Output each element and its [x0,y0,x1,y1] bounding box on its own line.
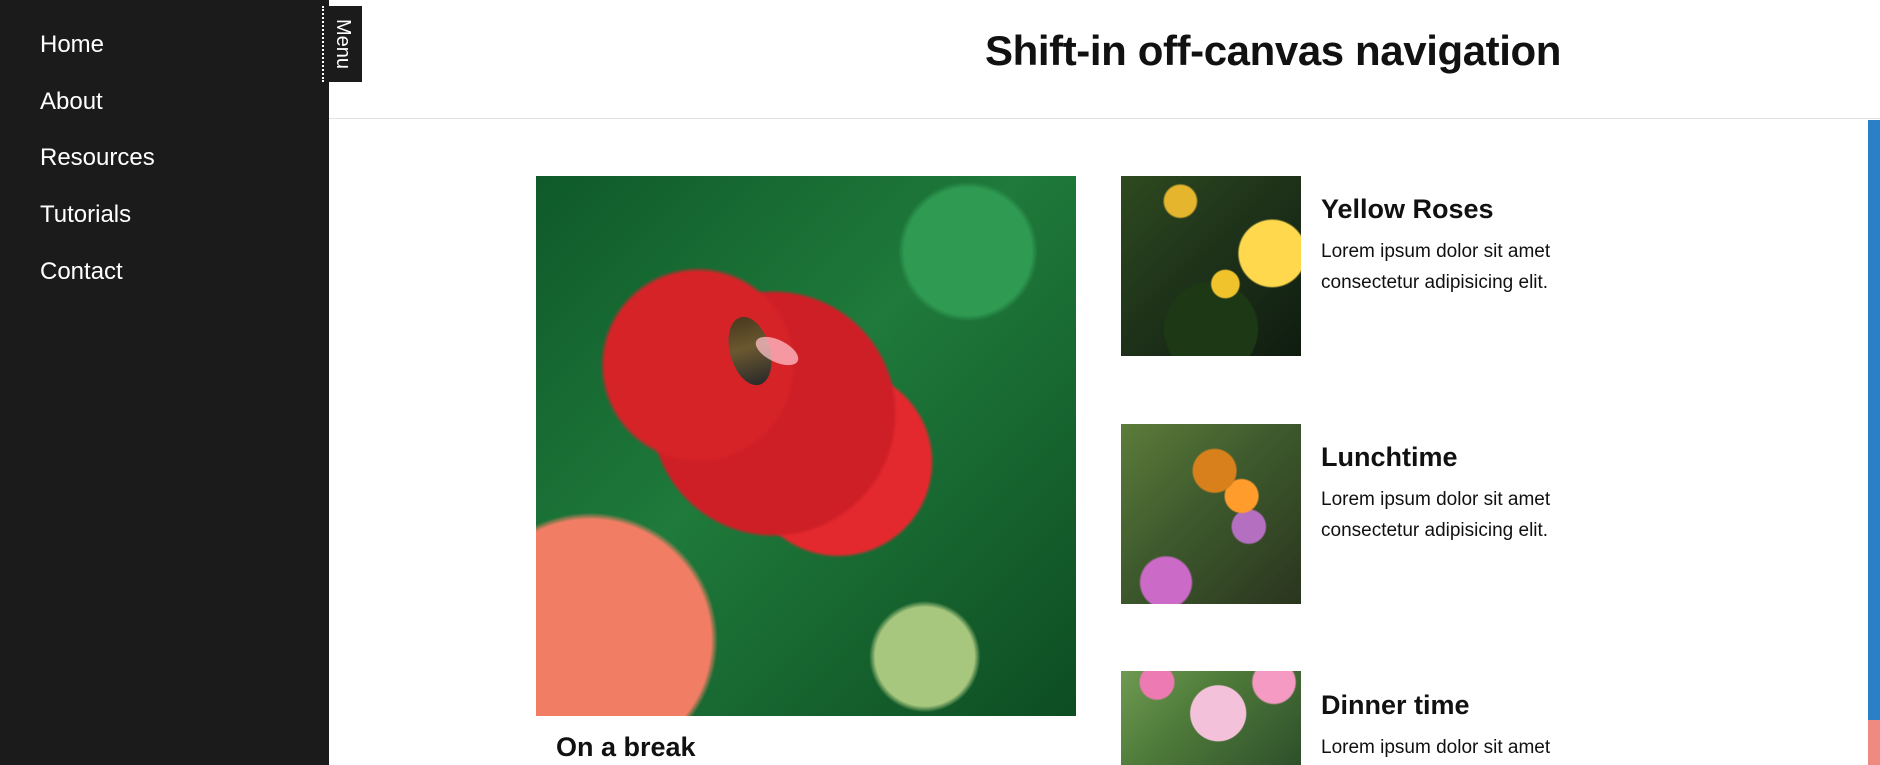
card-title-lunchtime: Lunchtime [1321,442,1458,472]
right-accent-strip-bottom [1868,720,1880,765]
offcanvas-navigation: Home About Resources Tutorials Contact [0,0,329,765]
card-description-line: consectetur adipisicing elit. [1321,272,1549,293]
card-description-line: Lorem ipsum dolor sit amet [1321,489,1551,510]
nav-item-home[interactable]: Home [40,33,104,57]
nav-item-contact[interactable]: Contact [40,260,123,284]
card-description-lunchtime: Lorem ipsum dolor sit amet consectetur a… [1321,484,1550,546]
card-title-dinner-time: Dinner time [1321,690,1470,720]
nav-item-tutorials[interactable]: Tutorials [40,203,131,227]
yellow-roses-image [1121,176,1301,356]
page-header: Shift-in off-canvas navigation [329,0,1880,119]
card-description-yellow-roses: Lorem ipsum dolor sit amet consectetur a… [1321,236,1550,298]
nav-item-about[interactable]: About [40,90,103,114]
card-description-line: consectetur adipisicing elit. [1321,520,1549,541]
bee-on-pink-flower-image [1121,671,1301,765]
card-title-yellow-roses: Yellow Roses [1321,194,1494,224]
butterfly-on-thistle-image [1121,424,1301,604]
featured-card-title: On a break [556,732,696,762]
right-accent-strip [1868,120,1880,720]
card-description-dinner-time: Lorem ipsum dolor sit amet [1321,732,1550,763]
card-description-line: Lorem ipsum dolor sit amet [1321,241,1551,262]
nav-item-resources[interactable]: Resources [40,146,155,170]
bee-on-red-flower-image [536,176,1076,716]
card-description-line: Lorem ipsum dolor sit amet [1321,737,1551,758]
page-title: Shift-in off-canvas navigation [985,27,1562,74]
